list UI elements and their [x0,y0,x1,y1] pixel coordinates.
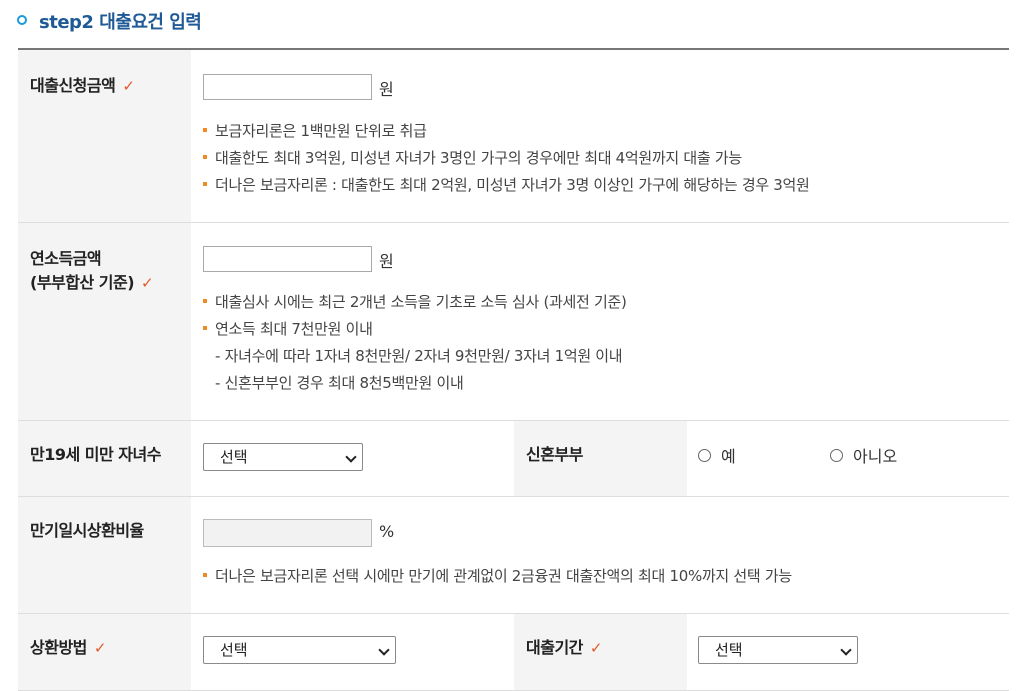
circle-bullet-icon [17,15,27,25]
list-item: 대출한도 최대 3억원, 미성년 자녀가 3명인 가구의 경우에만 최대 4억원… [203,145,810,172]
repayment-method-label: 상환방법 ✓ [30,638,107,657]
bullet-icon [203,127,207,132]
loan-amount-label: 대출신청금액 ✓ [30,76,135,95]
income-label-cell: 연소득금액 (부부합산 기준) ✓ [18,223,191,420]
list-item: 연소득 최대 7천만원 이내 [203,316,627,343]
list-item: 더나은 보금자리론 선택 시에만 만기에 관계없이 2금융권 대출잔액의 최대 … [203,563,792,590]
loan-amount-input[interactable] [203,74,372,100]
income-notes: 대출심사 시에는 최근 2개년 소득을 기초로 소득 심사 (과세전 기준) 연… [203,289,627,397]
newlywed-yes-option[interactable]: 예 [698,443,736,467]
radio-empty-icon[interactable] [698,448,711,462]
check-icon: ✓ [141,274,154,292]
income-input[interactable] [203,246,372,272]
list-item: 보금자리론은 1백만원 단위로 취급 [203,118,810,145]
newlywed-label-cell: 신혼부부 [514,421,687,496]
check-icon: ✓ [589,639,603,657]
list-item: - 자녀수에 따라 1자녀 8천만원/ 2자녀 9천만원/ 3자녀 1억원 이내 [215,347,623,365]
income-row: 연소득금액 (부부합산 기준) ✓ 원 대출심사 시에는 최근 2개년 소득을 기… [18,223,1009,421]
list-item: - 신혼부부인 경우 최대 8천5백만원 이내 [215,374,464,392]
section-title: step2 대출요건 입력 [17,6,202,36]
loan-period-label: 대출기간 ✓ [526,638,603,657]
loan-amount-label-cell: 대출신청금액 ✓ [18,50,191,222]
bullet-icon [203,325,207,330]
check-icon: ✓ [93,639,107,657]
lump-sum-ratio-label-cell: 만기일시상환비율 [18,497,191,613]
lump-sum-ratio-label: 만기일시상환비율 [30,521,144,540]
bullet-icon [203,181,207,186]
section-title-text: step2 대출요건 입력 [39,12,202,33]
repayment-method-label-cell: 상환방법 ✓ [18,614,191,690]
loan-amount-unit: 원 [379,80,394,99]
repayment-method-select[interactable]: 선택 [203,636,396,664]
lump-sum-ratio-row: 만기일시상환비율 % 더나은 보금자리론 선택 시에만 만기에 관계없이 2금융… [18,497,1009,614]
bullet-icon [203,154,207,159]
newlywed-label: 신혼부부 [526,445,583,464]
bullet-icon [203,572,207,577]
children-label-cell: 만19세 미만 자녀수 [18,421,191,496]
lump-sum-ratio-notes: 더나은 보금자리론 선택 시에만 만기에 관계없이 2금융권 대출잔액의 최대 … [203,563,792,590]
chevron-down-icon [840,644,852,656]
children-select[interactable]: 선택 [203,443,363,471]
bullet-icon [203,298,207,303]
chevron-down-icon [345,451,357,463]
check-icon: ✓ [122,77,135,95]
loan-amount-row: 대출신청금액 ✓ 원 보금자리론은 1백만원 단위로 취급 대출한도 최대 3억원… [18,50,1009,223]
newlywed-no-option[interactable]: 아니오 [830,443,897,467]
chevron-down-icon [378,644,390,656]
loan-period-select[interactable]: 선택 [698,636,858,664]
repayment-period-row: 상환방법 ✓ 선택 대출기간 ✓ 선택 [18,614,1009,691]
list-item: 더나은 보금자리론 : 대출한도 최대 2억원, 미성년 자녀가 3명 이상인 … [203,172,810,199]
radio-empty-icon[interactable] [830,448,843,462]
loan-requirements-form: 대출신청금액 ✓ 원 보금자리론은 1백만원 단위로 취급 대출한도 최대 3억원… [18,48,1009,691]
list-item: 대출심사 시에는 최근 2개년 소득을 기초로 소득 심사 (과세전 기준) [203,289,627,316]
lump-sum-ratio-unit: % [379,522,395,541]
income-label: 연소득금액 (부부합산 기준) ✓ [30,249,154,292]
loan-period-label-cell: 대출기간 ✓ [514,614,687,690]
loan-amount-notes: 보금자리론은 1백만원 단위로 취급 대출한도 최대 3억원, 미성년 자녀가 … [203,118,810,199]
children-newlywed-row: 만19세 미만 자녀수 선택 신혼부부 예 아니오 [18,421,1009,497]
income-unit: 원 [379,252,394,271]
children-label: 만19세 미만 자녀수 [30,445,161,464]
lump-sum-ratio-input[interactable] [203,519,372,547]
